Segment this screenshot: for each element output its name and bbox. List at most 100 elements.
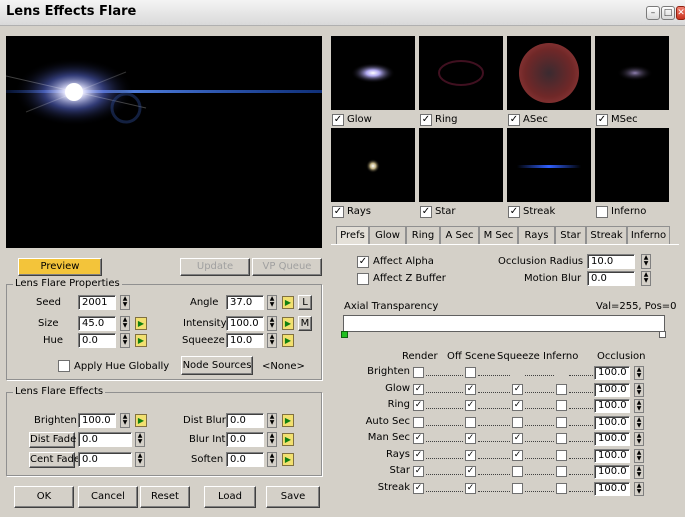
occlusion-input[interactable]: 100.0 (594, 465, 630, 479)
cent-fade-input[interactable]: 0.0 (78, 452, 132, 467)
motion-blur-input[interactable]: 0.0 (587, 271, 635, 286)
occlusion-spinner[interactable]: ▲ ▼ (634, 481, 644, 496)
table-render-checkbox[interactable]: ✓ (413, 433, 424, 444)
preview-button[interactable]: Preview (18, 258, 102, 276)
gradient-marker-end[interactable] (659, 331, 666, 338)
tab-rays[interactable]: Rays (518, 226, 555, 245)
squeeze-spinner[interactable]: ▲ ▼ (267, 333, 277, 348)
table-inferno-checkbox[interactable] (556, 433, 567, 444)
table-inferno-checkbox[interactable] (556, 383, 567, 395)
brighten-spinner[interactable]: ▲ ▼ (120, 413, 130, 428)
angle-input[interactable]: 37.0 (226, 295, 264, 310)
table-render-checkbox[interactable] (413, 367, 424, 378)
table-off-checkbox[interactable]: ✓ (465, 433, 476, 444)
table-render-checkbox[interactable]: ✓ (413, 400, 424, 411)
msec-checkbox[interactable]: ✓ (596, 114, 608, 126)
table-inferno-checkbox[interactable] (556, 466, 567, 477)
soften-go-icon[interactable]: ▶ (282, 453, 294, 466)
table-squeeze-checkbox[interactable]: ✓ (512, 433, 523, 444)
hue-go-icon[interactable]: ▶ (135, 334, 147, 347)
occlusion-spinner[interactable]: ▲ ▼ (634, 399, 644, 413)
squeeze-go-icon[interactable]: ▶ (282, 334, 294, 347)
vp-queue-button[interactable]: VP Queue (252, 258, 322, 276)
tab-prefs[interactable]: Prefs (336, 226, 369, 245)
cent-fade-button[interactable]: Cent Fade (29, 452, 80, 468)
maximize-button[interactable]: □ (661, 6, 675, 20)
table-off-checkbox[interactable] (465, 416, 476, 428)
inferno-checkbox[interactable] (596, 206, 608, 218)
tab-asec[interactable]: A Sec (440, 226, 479, 245)
table-render-checkbox[interactable] (413, 416, 424, 428)
soften-spinner[interactable]: ▲ ▼ (267, 452, 277, 467)
dist-blur-input[interactable]: 0.0 (226, 413, 264, 428)
occlusion-input[interactable]: 100.0 (594, 432, 630, 446)
table-squeeze-checkbox[interactable] (512, 482, 523, 494)
occlusion-spinner[interactable]: ▲ ▼ (634, 432, 644, 446)
occlusion-input[interactable]: 100.0 (594, 366, 630, 380)
ring-checkbox[interactable]: ✓ (420, 114, 432, 126)
dist-fade-button[interactable]: Dist Fade (29, 432, 76, 448)
table-squeeze-checkbox[interactable] (512, 416, 523, 428)
dist-blur-go-icon[interactable]: ▶ (282, 414, 294, 427)
intensity-spinner[interactable]: ▲ ▼ (267, 316, 277, 331)
occlusion-input[interactable]: 100.0 (594, 382, 630, 397)
affect-alpha-checkbox[interactable]: ✓ (357, 256, 369, 268)
cancel-button[interactable]: Cancel (78, 486, 138, 508)
apply-hue-checkbox[interactable] (58, 360, 70, 372)
table-inferno-checkbox[interactable] (556, 400, 567, 411)
glow-checkbox[interactable]: ✓ (332, 114, 344, 126)
blur-int-spinner[interactable]: ▲ ▼ (267, 432, 277, 447)
size-spinner[interactable]: ▲ ▼ (120, 316, 130, 331)
tab-msec[interactable]: M Sec (479, 226, 518, 245)
table-squeeze-checkbox[interactable]: ✓ (512, 383, 523, 395)
lock-m-button[interactable]: M (298, 316, 312, 331)
table-squeeze-checkbox[interactable]: ✓ (512, 449, 523, 461)
dist-fade-input[interactable]: 0.0 (78, 432, 132, 447)
hue-spinner[interactable]: ▲ ▼ (120, 333, 130, 348)
angle-go-icon[interactable]: ▶ (282, 296, 294, 309)
table-off-checkbox[interactable] (465, 367, 476, 378)
dist-fade-spinner[interactable]: ▲ ▼ (135, 432, 145, 447)
intensity-input[interactable]: 100.0 (226, 316, 264, 331)
intensity-go-icon[interactable]: ▶ (282, 317, 294, 330)
gradient-marker-start[interactable] (341, 331, 348, 338)
table-off-checkbox[interactable]: ✓ (465, 400, 476, 411)
lock-l-button[interactable]: L (298, 295, 312, 310)
load-button[interactable]: Load (204, 486, 256, 508)
squeeze-input[interactable]: 10.0 (226, 333, 264, 348)
occlusion-radius-spinner[interactable]: ▲ ▼ (641, 254, 651, 269)
streak-checkbox[interactable]: ✓ (508, 206, 520, 218)
table-off-checkbox[interactable]: ✓ (465, 383, 476, 395)
table-inferno-checkbox[interactable] (556, 449, 567, 461)
axial-transparency-gradient[interactable] (343, 315, 665, 332)
save-button[interactable]: Save (266, 486, 320, 508)
occlusion-spinner[interactable]: ▲ ▼ (634, 465, 644, 479)
occlusion-input[interactable]: 100.0 (594, 481, 630, 496)
angle-spinner[interactable]: ▲ ▼ (267, 295, 277, 310)
update-button[interactable]: Update (180, 258, 250, 276)
occlusion-input[interactable]: 100.0 (594, 399, 630, 413)
cent-fade-spinner[interactable]: ▲ ▼ (135, 452, 145, 467)
asec-checkbox[interactable]: ✓ (508, 114, 520, 126)
blur-int-go-icon[interactable]: ▶ (282, 433, 294, 446)
minimize-button[interactable]: – (646, 6, 660, 20)
occlusion-input[interactable]: 100.0 (594, 448, 630, 463)
star-checkbox[interactable]: ✓ (420, 206, 432, 218)
table-off-checkbox[interactable]: ✓ (465, 449, 476, 461)
size-go-icon[interactable]: ▶ (135, 317, 147, 330)
dist-blur-spinner[interactable]: ▲ ▼ (267, 413, 277, 428)
occlusion-spinner[interactable]: ▲ ▼ (634, 448, 644, 463)
occlusion-spinner[interactable]: ▲ ▼ (634, 415, 644, 430)
blur-int-input[interactable]: 0.0 (226, 432, 264, 447)
close-icon[interactable]: ✕ (676, 6, 685, 20)
occlusion-radius-input[interactable]: 10.0 (587, 254, 635, 269)
table-squeeze-checkbox[interactable]: ✓ (512, 400, 523, 411)
tab-inferno[interactable]: Inferno (627, 226, 670, 245)
table-inferno-checkbox[interactable] (556, 482, 567, 494)
table-render-checkbox[interactable]: ✓ (413, 383, 424, 395)
ok-button[interactable]: OK (14, 486, 74, 508)
occlusion-input[interactable]: 100.0 (594, 415, 630, 430)
table-off-checkbox[interactable]: ✓ (465, 482, 476, 494)
motion-blur-spinner[interactable]: ▲ ▼ (641, 271, 651, 286)
seed-spinner[interactable]: ▲ ▼ (120, 295, 130, 310)
